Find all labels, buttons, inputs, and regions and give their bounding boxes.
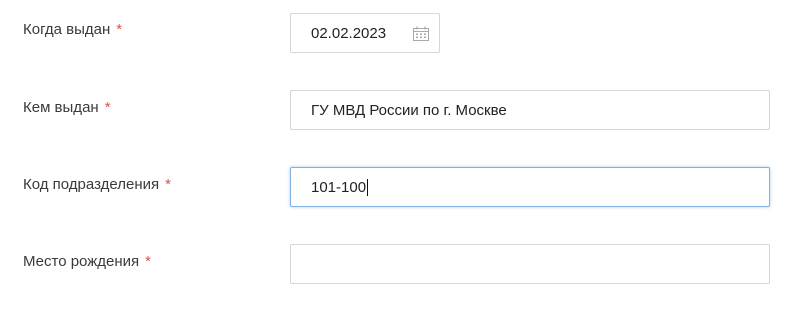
issued-by-label-text: Кем выдан [23,99,99,116]
required-marker: * [104,99,111,116]
issue-date-label: Когда выдан * [23,21,122,38]
issued-by-label: Кем выдан * [23,99,111,116]
issued-by-value: ГУ МВД России по г. Москве [311,101,507,119]
birth-place-label: Место рождения * [23,253,151,270]
calendar-icon[interactable] [413,26,429,41]
division-code-input[interactable]: 101-100 [290,167,770,207]
issue-date-input[interactable]: 02.02.2023 [290,13,440,53]
required-marker: * [165,176,171,193]
issue-date-label-text: Когда выдан [23,21,111,38]
birth-place-label-text: Место рождения [23,253,140,270]
division-code-label-text: Код подразделения [23,176,160,193]
required-marker: * [145,253,151,270]
issued-by-input[interactable]: ГУ МВД России по г. Москве [290,90,770,130]
birth-place-input[interactable] [290,244,770,284]
required-marker: * [116,21,123,38]
division-code-value: 101-100 [311,178,367,196]
issue-date-value: 02.02.2023 [311,24,387,42]
calendar-icon-svg [413,26,429,41]
text-cursor [367,178,369,196]
division-code-label: Код подразделения * [23,176,171,193]
